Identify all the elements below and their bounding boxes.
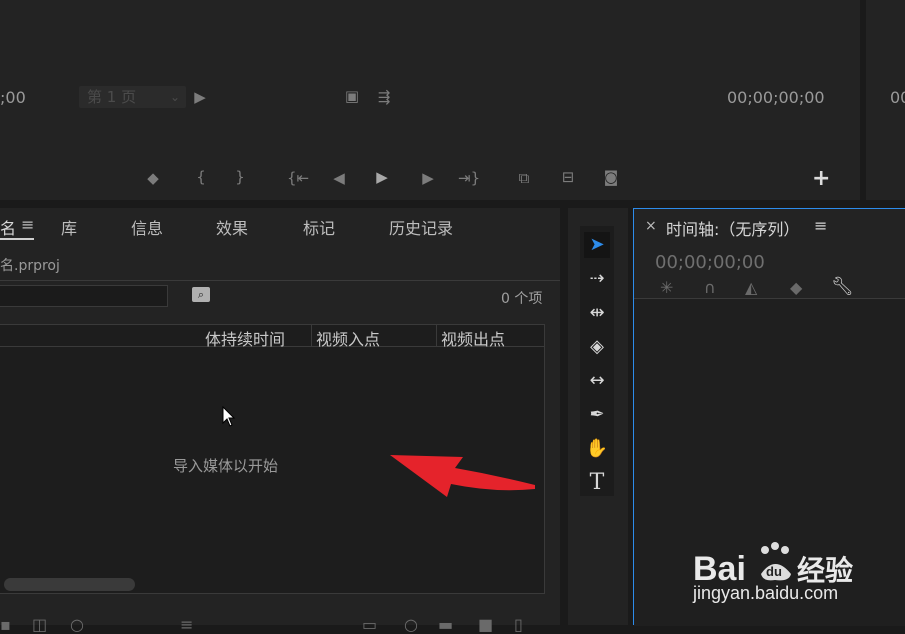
project-file-name: 名.prproj xyxy=(0,258,60,274)
track-select-tool-icon[interactable]: ⇢ xyxy=(584,266,610,292)
timeline-timecode[interactable]: 00;00;00;00 xyxy=(655,252,765,273)
overwrite-icon[interactable]: ⊟ xyxy=(556,168,580,186)
divider xyxy=(0,280,560,281)
close-icon[interactable]: × xyxy=(645,218,657,234)
mark-in-icon[interactable]: { xyxy=(191,168,211,186)
timecode-right: 00;00;00;00 xyxy=(727,88,825,107)
step-forward-icon[interactable]: ⇶ xyxy=(374,88,394,106)
tab-effects[interactable]: 效果 xyxy=(216,215,248,239)
step-back-icon[interactable]: ◀ xyxy=(329,169,349,187)
timeline-menu-icon[interactable]: ≡ xyxy=(814,216,827,235)
page-select[interactable]: 第 1 页 ⌄ xyxy=(79,86,186,108)
go-to-out-icon[interactable]: ⇥} xyxy=(458,169,480,187)
column-separator xyxy=(311,324,312,346)
export-frame-icon[interactable]: ▣ xyxy=(342,87,362,105)
search-input[interactable] xyxy=(0,285,168,307)
hand-tool-icon[interactable]: ✋ xyxy=(584,436,610,462)
razor-tool-icon[interactable]: ◈ xyxy=(584,334,610,360)
ripple-edit-tool-icon[interactable]: ⇹ xyxy=(584,300,610,326)
tab-markers[interactable]: 标记 xyxy=(303,215,335,239)
wrench-icon[interactable]: 🔧︎ xyxy=(831,276,854,297)
selection-tool-icon[interactable]: ➤ xyxy=(584,232,610,258)
camera-icon[interactable]: ◙ xyxy=(601,168,621,186)
horizontal-scrollbar[interactable] xyxy=(4,578,135,591)
chevron-down-icon: ⌄ xyxy=(169,90,180,104)
play-icon[interactable]: ▶ xyxy=(372,168,392,186)
mark-out-icon[interactable]: } xyxy=(230,168,250,186)
timecode-far-right: 00 xyxy=(890,88,905,107)
find-icon[interactable]: ⌕ xyxy=(192,287,210,302)
page-select-value: 第 1 页 xyxy=(87,88,137,106)
tab-project[interactable]: 名 xyxy=(0,215,16,239)
column-video-out[interactable]: 视频出点 xyxy=(441,326,505,350)
nest-icon[interactable]: ✳ xyxy=(660,278,673,297)
tab-library[interactable]: 库 xyxy=(61,215,77,239)
pen-tool-icon[interactable]: ✒ xyxy=(584,402,610,428)
play-indicator-icon[interactable]: ▶ xyxy=(190,88,210,106)
type-tool-icon[interactable]: T xyxy=(584,470,610,496)
insert-icon[interactable]: ⧉ xyxy=(512,169,536,187)
column-separator xyxy=(436,324,437,346)
tab-info[interactable]: 信息 xyxy=(131,215,163,239)
svg-text:du: du xyxy=(766,564,782,579)
tab-active-underline xyxy=(0,238,34,240)
item-count: 0 个项 xyxy=(501,291,543,307)
marker-icon[interactable]: ◆ xyxy=(143,169,163,187)
panel-menu-icon[interactable]: ≡ xyxy=(21,215,34,234)
tab-history[interactable]: 历史记录 xyxy=(389,215,453,239)
red-arrow-annotation xyxy=(385,435,545,509)
add-button-icon[interactable]: + xyxy=(812,166,830,191)
mouse-cursor-icon xyxy=(222,405,236,432)
go-to-in-icon[interactable]: {⇤ xyxy=(287,169,309,187)
column-video-in[interactable]: 视频入点 xyxy=(316,326,380,350)
watermark-url: jingyan.baidu.com xyxy=(693,583,839,603)
column-media-duration[interactable]: 体持续时间 xyxy=(205,326,285,350)
linked-selection-icon[interactable]: ◭ xyxy=(745,278,757,297)
add-marker-icon[interactable]: ◆ xyxy=(790,278,802,297)
step-forward-frame-icon[interactable]: ▶ xyxy=(418,169,438,187)
slip-tool-icon[interactable]: ↔ xyxy=(584,368,610,394)
timeline-title: 时间轴:（无序列） xyxy=(666,220,800,239)
timecode-left: ;00 xyxy=(0,88,26,107)
snap-icon[interactable]: ∩ xyxy=(704,278,716,297)
empty-message: 导入媒体以开始 xyxy=(173,457,279,475)
